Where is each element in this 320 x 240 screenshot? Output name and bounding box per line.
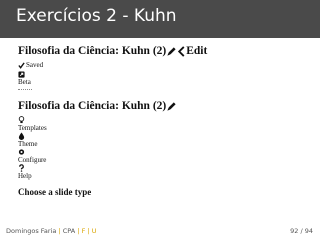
- saved-status: Saved: [18, 60, 207, 70]
- footer-org: CPA: [62, 227, 76, 235]
- menu-label: Configure: [18, 156, 47, 164]
- slide-title: Exercícios 2 - Kuhn: [16, 6, 177, 26]
- lightbulb-icon: [18, 116, 177, 124]
- menu-item-configure[interactable]: Configure: [18, 148, 177, 164]
- slide-footer: Domingos Faria | CPA | F | U 92 / 94: [6, 227, 313, 235]
- gear-icon: [18, 148, 177, 156]
- check-icon: [18, 61, 25, 69]
- editor-panel: Filosofia da Ciência: Kuhn (2) Edit Save…: [18, 45, 207, 90]
- menu-label: Templates: [18, 124, 47, 132]
- edit-button[interactable]: Edit: [186, 45, 207, 57]
- panel-title: Filosofia da Ciência: Kuhn (2): [18, 45, 167, 57]
- page-number: 92 / 94: [290, 227, 313, 235]
- beta-badge: Beta: [18, 78, 31, 86]
- choose-slide-type-heading: Choose a slide type: [18, 187, 92, 197]
- menu-label: Help: [18, 172, 32, 180]
- menu-item-help[interactable]: Help: [18, 164, 177, 180]
- drop-icon: [18, 132, 177, 140]
- menu-panel: Filosofia da Ciência: Kuhn (2) Templates…: [18, 100, 177, 180]
- panel-title-2: Filosofia da Ciência: Kuhn (2): [18, 100, 167, 112]
- menu-label: Theme: [18, 140, 38, 148]
- menu-list: Templates Theme Configure Help: [18, 116, 177, 180]
- pencil-icon[interactable]: [166, 46, 177, 57]
- footer-author: Domingos Faria: [6, 227, 57, 235]
- footer-part-b: U: [91, 227, 97, 235]
- menu-item-theme[interactable]: Theme: [18, 132, 177, 148]
- external-link-icon[interactable]: [18, 70, 207, 78]
- saved-label: Saved: [26, 61, 44, 69]
- status-list: Saved Beta: [18, 60, 207, 90]
- menu-item-templates[interactable]: Templates: [18, 116, 177, 132]
- divider: [18, 89, 32, 90]
- pencil-icon[interactable]: [166, 101, 177, 112]
- slide-header: Exercícios 2 - Kuhn: [0, 0, 320, 38]
- footer-part-a: F: [81, 227, 86, 235]
- question-icon: [18, 164, 177, 172]
- footer-separator: |: [77, 227, 80, 235]
- footer-separator: |: [58, 227, 61, 235]
- chevron-left-icon[interactable]: [177, 45, 186, 57]
